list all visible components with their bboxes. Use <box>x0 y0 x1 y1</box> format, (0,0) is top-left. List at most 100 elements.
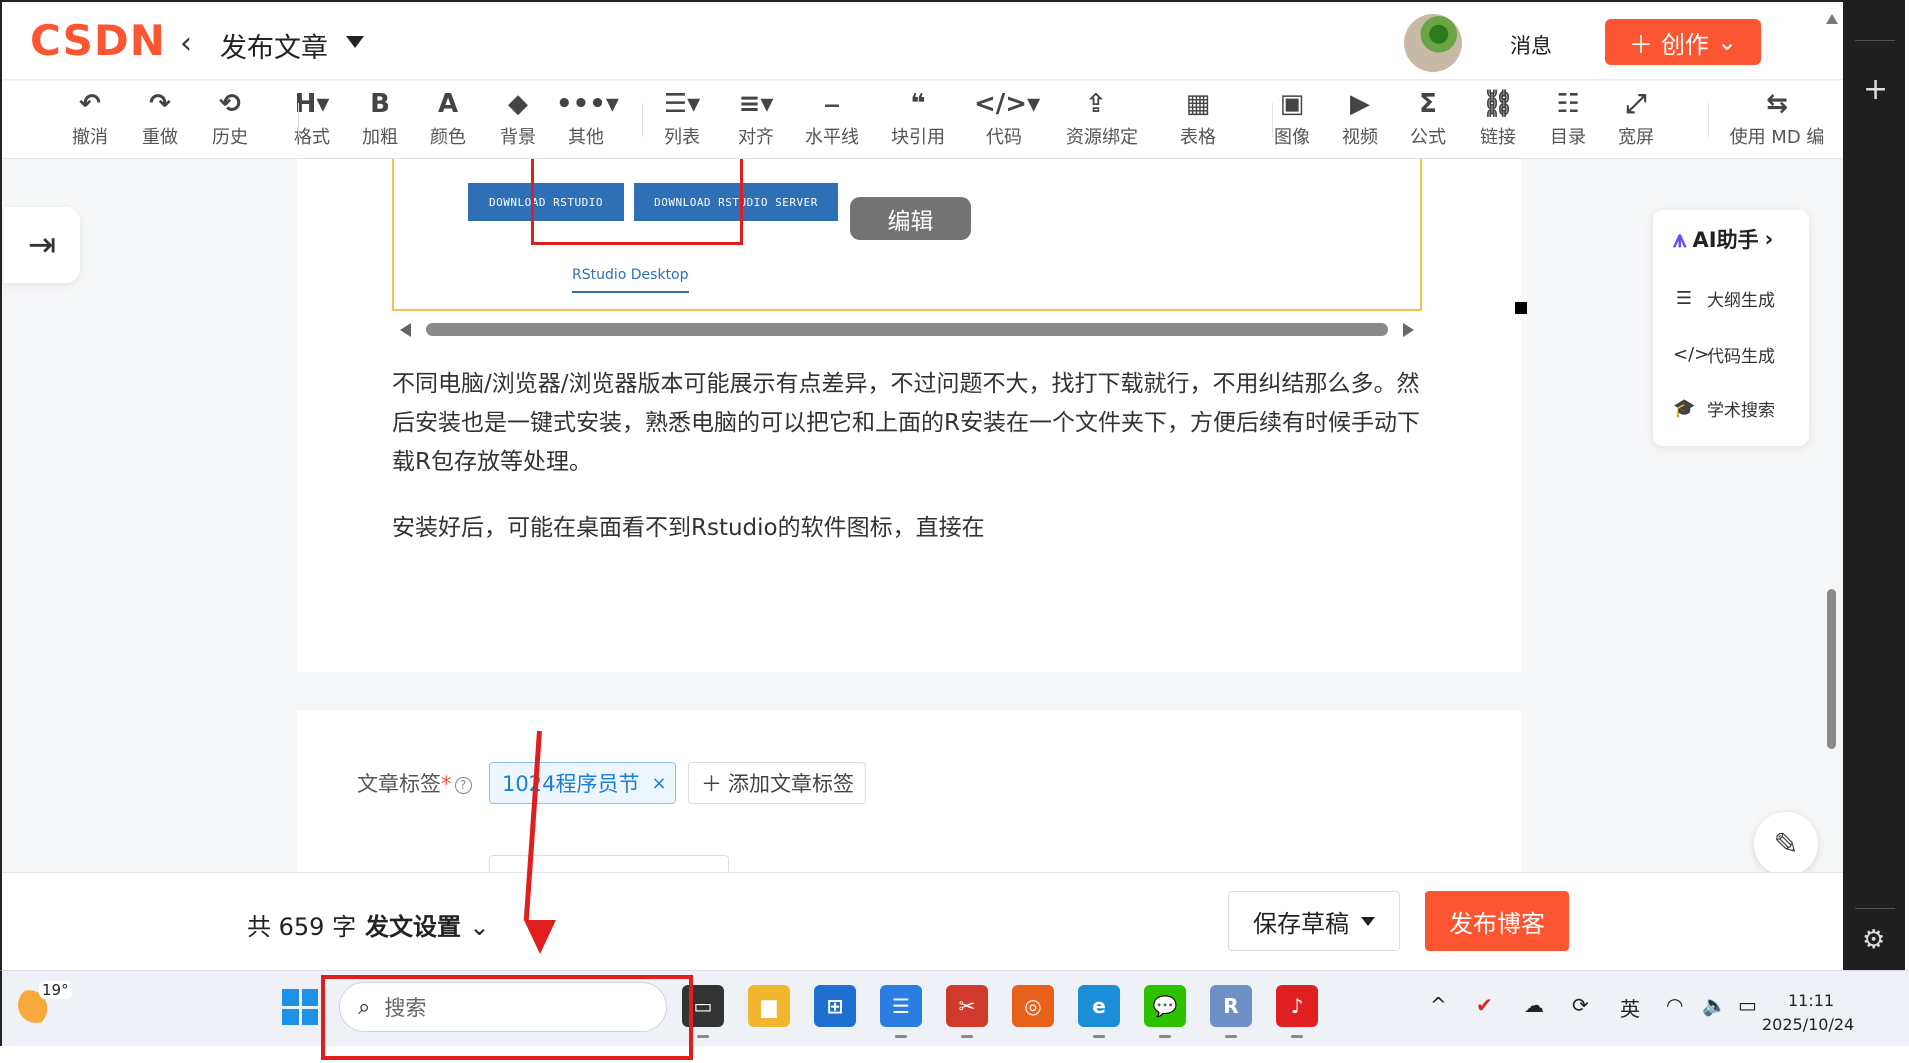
editor-toolbar: ↶ 撤消 ↷ 重做 ⟲ 历史 H▾ 格式 B 加粗 A 颜色 ◆ 背景 •••▾ 其他 ☰▾ 列表 ≡▾ 对齐 ⎯ 水平线… <box>2 81 1843 159</box>
toolbar-button[interactable]: ⇆ 使用 MD 编 <box>1722 87 1832 149</box>
toolbar-button[interactable]: Σ 公式 <box>1398 87 1458 149</box>
back-icon[interactable]: ‹ <box>180 26 192 61</box>
show-hidden-icons-icon[interactable]: ^ <box>1430 993 1447 1017</box>
messages-link[interactable]: 消息 <box>1510 30 1552 60</box>
cloud-sync-icon[interactable]: ☁ <box>1524 993 1544 1017</box>
publish-button[interactable]: 发布博客 <box>1425 891 1569 951</box>
avatar[interactable] <box>1404 14 1462 72</box>
scroll-left-icon[interactable] <box>400 323 411 337</box>
r-gui-icon[interactable]: R <box>1210 985 1252 1027</box>
gear-icon[interactable]: ⚙ <box>1862 925 1885 955</box>
volume-icon[interactable]: 🔈 <box>1702 993 1727 1017</box>
divider <box>1855 40 1895 41</box>
toolbar-button[interactable]: ⤢ 宽屏 <box>1606 87 1666 149</box>
csdn-logo[interactable]: CSDN <box>30 16 166 65</box>
scroll-right-icon[interactable] <box>1403 323 1414 337</box>
toolbar-button[interactable]: H▾ 格式 <box>282 87 342 149</box>
plus-icon: ＋ <box>701 772 722 796</box>
close-icon[interactable]: × <box>651 773 666 794</box>
caret-down-icon <box>1361 916 1375 926</box>
vertical-scroll-thumb[interactable] <box>1827 589 1836 749</box>
toolbar-divider <box>642 103 643 137</box>
tag-chip[interactable]: 1024程序员节 × <box>489 762 676 804</box>
toolbar-button[interactable]: A 颜色 <box>418 87 478 149</box>
toolbar-label: 其他 <box>568 127 604 148</box>
scroll-up-icon[interactable] <box>1826 14 1838 24</box>
ubuntu-terminal-icon[interactable]: ◎ <box>1012 985 1054 1027</box>
ai-panel-item[interactable]: 🎓 学术搜索 <box>1673 396 1775 421</box>
toolbar-button[interactable]: ⟲ 历史 <box>200 87 260 149</box>
article-paragraph[interactable]: 不同电脑/浏览器/浏览器版本可能展示有点差异，不过问题不大，找打下载就行，不用纠… <box>392 365 1422 482</box>
create-label: 创作 <box>1660 30 1709 59</box>
toolbar-button[interactable]: ↶ 撤消 <box>60 87 120 149</box>
input-method-indicator[interactable]: 英 <box>1620 993 1640 1022</box>
clock-time[interactable]: 11:11 <box>1788 991 1834 1010</box>
toolbar-button[interactable]: ◆ 背景 <box>488 87 548 149</box>
help-icon[interactable]: ? <box>454 777 472 794</box>
page-title[interactable]: 发布文章 <box>220 26 328 65</box>
notes-icon[interactable]: ✎ <box>1754 812 1818 876</box>
toolbar-button[interactable]: ❝ 块引用 <box>888 87 948 149</box>
refresh-sync-icon[interactable]: ⟳ <box>1572 993 1589 1017</box>
ai-item-icon: ☰ <box>1675 288 1693 309</box>
scroll-thumb[interactable] <box>426 323 1388 336</box>
running-indicator <box>1291 1035 1303 1038</box>
word-count: 共 659 字 <box>247 913 357 941</box>
edge-browser-icon[interactable]: e <box>1078 985 1120 1027</box>
vertical-scrollbar[interactable] <box>1824 14 1838 964</box>
ai-item-label: 大纲生成 <box>1707 291 1775 311</box>
ai-panel-item[interactable]: ☰ 大纲生成 <box>1673 286 1775 311</box>
clock-date[interactable]: 2025/10/24 <box>1762 1015 1854 1034</box>
toolbar-label: 对齐 <box>738 127 774 148</box>
battery-icon[interactable]: ▭ <box>1738 993 1757 1017</box>
toolbar-icon: •••▾ <box>556 89 619 119</box>
horizontal-scrollbar[interactable] <box>392 319 1422 341</box>
toolbar-icon: ↷ <box>149 89 171 119</box>
title-dropdown-caret-icon[interactable] <box>346 36 364 48</box>
toolbar-button[interactable]: B 加粗 <box>350 87 410 149</box>
article-paragraph[interactable]: 安装好后，可能在桌面看不到Rstudio的软件图标，直接在 <box>392 509 1422 548</box>
ai-assistant-header[interactable]: ⩚ AI助手 › <box>1673 224 1773 254</box>
toolbar-button[interactable]: ☰▾ 列表 <box>652 87 712 149</box>
ai-panel-item[interactable]: </> 代码生成 <box>1673 342 1775 367</box>
toolbar-button[interactable]: •••▾ 其他 <box>556 87 619 149</box>
toolbar-label: 视频 <box>1342 127 1378 148</box>
edit-image-button[interactable]: 编辑 <box>850 197 971 240</box>
toolbar-button[interactable]: ⇪ 资源绑定 <box>1066 87 1138 149</box>
windows-start-icon[interactable] <box>282 989 318 1025</box>
toolbar-label: 表格 <box>1180 127 1216 148</box>
toolbar-button[interactable]: ▶ 视频 <box>1330 87 1390 149</box>
wifi-icon[interactable]: ◠ <box>1666 993 1683 1017</box>
top-header: CSDN ‹ 发布文章 消息 ＋ 创作 ⌄ <box>2 2 1843 80</box>
bottom-action-bar: 共 659 字 发文设置 ⌄ 保存草稿 发布博客 <box>2 872 1843 970</box>
annotation-highlight-box <box>321 975 693 1060</box>
toolbar-button[interactable]: ⛓ 链接 <box>1468 87 1528 149</box>
toolbar-button[interactable]: ≡▾ 对齐 <box>726 87 786 149</box>
toolbar-button[interactable]: ☷ 目录 <box>1538 87 1598 149</box>
tags-label: 文章标签*? <box>357 768 472 798</box>
plus-icon: ＋ <box>1628 30 1653 59</box>
wechat-icon[interactable]: 💬 <box>1144 985 1186 1027</box>
image-resize-handle[interactable] <box>1515 302 1527 314</box>
notepad-icon[interactable]: ☰ <box>880 985 922 1027</box>
toolbar-icon: ⤢ <box>1625 89 1647 119</box>
antivirus-tray-icon[interactable]: ✔ <box>1476 993 1493 1017</box>
required-mark: * <box>441 772 452 796</box>
plus-icon[interactable]: + <box>1863 72 1888 107</box>
post-settings-toggle[interactable]: 发文设置 ⌄ <box>365 907 489 942</box>
toolbar-button[interactable]: ↷ 重做 <box>130 87 190 149</box>
file-explorer-icon[interactable]: ▆ <box>748 985 790 1027</box>
add-tag-button[interactable]: ＋ 添加文章标签 <box>688 762 866 804</box>
snipping-tool-icon[interactable]: ✂ <box>946 985 988 1027</box>
toolbar-icon: ≡▾ <box>738 89 774 119</box>
music-app-icon[interactable]: ♪ <box>1276 985 1318 1027</box>
toolbar-button[interactable]: </>▾ 代码 <box>974 87 1040 149</box>
toolbar-button[interactable]: ▣ 图像 <box>1262 87 1322 149</box>
toolbar-button[interactable]: ⎯ 水平线 <box>802 87 862 149</box>
editor-area[interactable]: DOWNLOAD RSTUDIO DOWNLOAD RSTUDIO SERVER… <box>297 159 1527 672</box>
create-button[interactable]: ＋ 创作 ⌄ <box>1605 19 1761 65</box>
microsoft-store-icon[interactable]: ⊞ <box>814 985 856 1027</box>
expand-sidebar-icon[interactable]: ⇥ <box>4 207 80 283</box>
toolbar-button[interactable]: ▦ 表格 <box>1168 87 1228 149</box>
save-draft-button[interactable]: 保存草稿 <box>1228 891 1400 951</box>
